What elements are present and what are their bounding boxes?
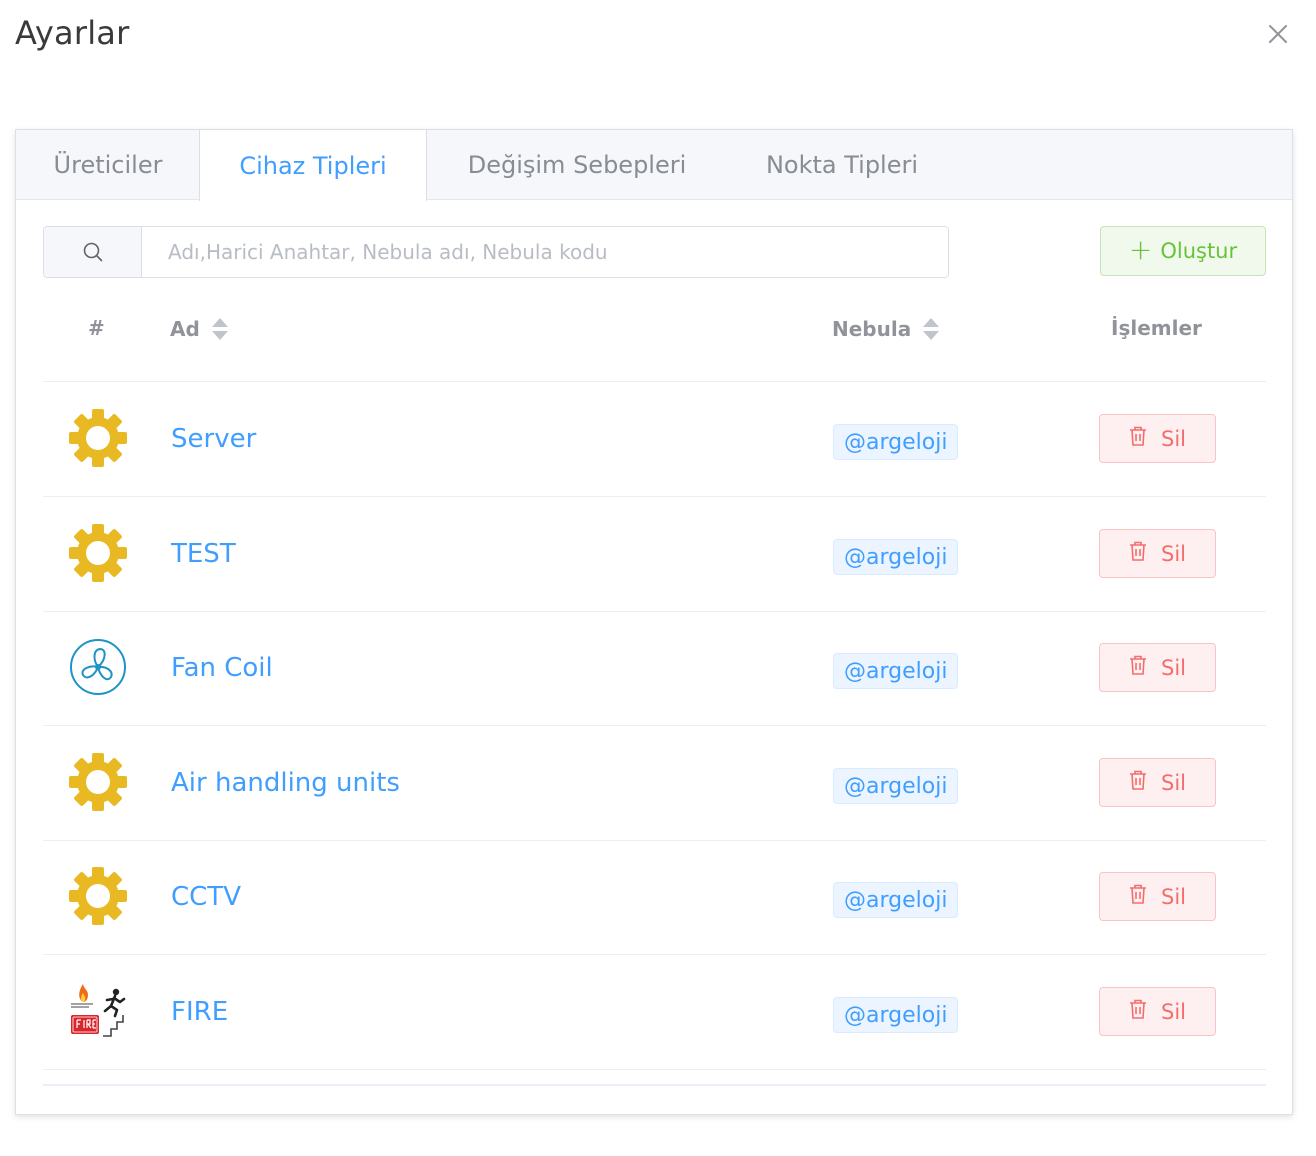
delete-button-label: Sil: [1161, 541, 1186, 566]
nebula-tag: @argeloji: [833, 882, 959, 918]
sort-icon[interactable]: [210, 316, 230, 342]
table-row: FIRE @argeloji Sil: [43, 955, 1266, 1069]
fire-exit-icon: [67, 980, 129, 1042]
trash-icon: [1129, 999, 1147, 1024]
trash-icon: [1129, 884, 1147, 909]
table-row: Air handling units @argeloji Sil: [43, 726, 1266, 840]
plus-icon: +: [1128, 232, 1153, 266]
device-type-name[interactable]: TEST: [171, 497, 236, 611]
table-row: Fan Coil @argeloji Sil: [43, 611, 1266, 725]
column-header-name[interactable]: Ad: [170, 316, 230, 342]
gear-icon: [67, 865, 129, 927]
gear-icon: [67, 407, 129, 469]
tab-change-reasons[interactable]: Değişim Sebepleri: [427, 130, 727, 200]
column-header-name-label: Ad: [170, 317, 200, 341]
gear-icon: [67, 751, 129, 813]
table-bottom-border: [43, 1084, 1266, 1086]
delete-button[interactable]: Sil: [1099, 758, 1216, 807]
delete-button-label: Sil: [1161, 770, 1186, 795]
delete-button[interactable]: Sil: [1099, 414, 1216, 463]
gear-icon: [67, 522, 129, 584]
device-type-name[interactable]: FIRE: [171, 955, 228, 1069]
search-input[interactable]: [142, 227, 948, 277]
trash-icon: [1129, 655, 1147, 680]
device-type-name[interactable]: Air handling units: [171, 726, 400, 840]
column-header-nebula[interactable]: Nebula: [832, 316, 941, 342]
dialog-title: Ayarlar: [15, 14, 130, 52]
delete-button-label: Sil: [1161, 884, 1186, 909]
tab-device-types[interactable]: Cihaz Tipleri: [199, 130, 427, 201]
delete-button[interactable]: Sil: [1099, 643, 1216, 692]
table-row: CCTV @argeloji Sil: [43, 840, 1266, 954]
table-row: Server @argeloji Sil: [43, 382, 1266, 496]
row-divider: [43, 1069, 1266, 1070]
column-header-nebula-label: Nebula: [832, 317, 912, 341]
trash-icon: [1129, 541, 1147, 566]
device-type-name[interactable]: Server: [171, 382, 256, 496]
nebula-tag: @argeloji: [833, 768, 959, 804]
search-bar: [43, 226, 949, 278]
sort-icon[interactable]: [921, 316, 941, 342]
delete-button-label: Sil: [1161, 655, 1186, 680]
tab-manufacturers[interactable]: Üreticiler: [16, 130, 200, 200]
delete-button-label: Sil: [1161, 999, 1186, 1024]
nebula-tag: @argeloji: [833, 997, 959, 1033]
close-icon[interactable]: [1264, 20, 1292, 48]
search-icon: [44, 227, 142, 277]
tab-point-types[interactable]: Nokta Tipleri: [727, 130, 957, 200]
nebula-tag: @argeloji: [833, 424, 959, 460]
column-header-index: #: [88, 316, 105, 340]
device-type-name[interactable]: CCTV: [171, 840, 241, 954]
trash-icon: [1129, 426, 1147, 451]
nebula-tag: @argeloji: [833, 653, 959, 689]
fan-icon: [67, 636, 129, 698]
tab-bar: Üreticiler Cihaz Tipleri Değişim Sebeple…: [16, 130, 1292, 201]
delete-button-label: Sil: [1161, 426, 1186, 451]
create-button[interactable]: + Oluştur: [1100, 226, 1266, 276]
device-type-name[interactable]: Fan Coil: [171, 611, 273, 725]
nebula-tag: @argeloji: [833, 539, 959, 575]
table-row: TEST @argeloji Sil: [43, 497, 1266, 611]
trash-icon: [1129, 770, 1147, 795]
column-header-actions-label: İşlemler: [1111, 316, 1202, 340]
column-header-index-label: #: [88, 316, 105, 340]
column-header-actions: İşlemler: [1111, 316, 1202, 340]
settings-card: Üreticiler Cihaz Tipleri Değişim Sebeple…: [15, 129, 1293, 1115]
delete-button[interactable]: Sil: [1099, 529, 1216, 578]
delete-button[interactable]: Sil: [1099, 987, 1216, 1036]
delete-button[interactable]: Sil: [1099, 872, 1216, 921]
create-button-label: Oluştur: [1160, 239, 1238, 263]
